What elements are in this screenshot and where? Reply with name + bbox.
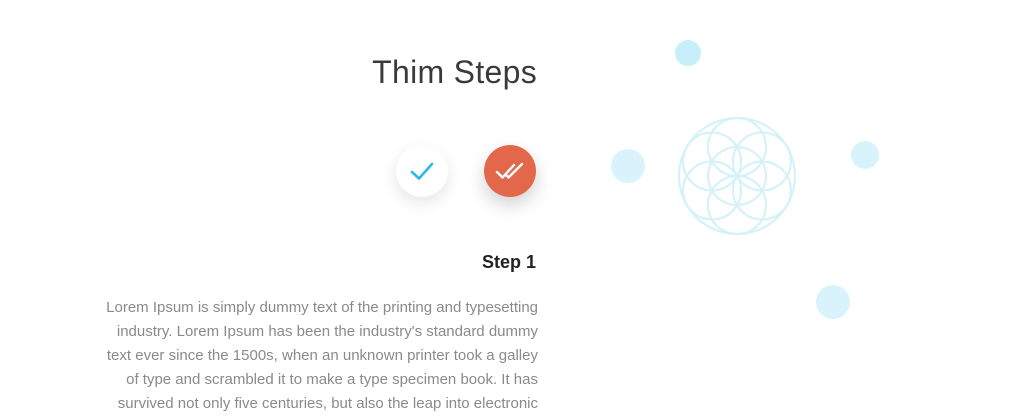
steps-section: Thim Steps Step 1 Lorem Ipsum is simply …	[0, 0, 1024, 419]
deco-dot	[675, 40, 701, 66]
deco-dot	[851, 141, 879, 169]
step-description-line: text ever since the 1500s, when an unkno…	[106, 347, 538, 364]
step-description-line: survived not only five centuries, but al…	[117, 395, 538, 412]
deco-dot	[611, 149, 645, 183]
step-2-button[interactable]	[484, 145, 536, 197]
section-title: Thim Steps	[372, 54, 537, 90]
step-description-line: industry. Lorem Ipsum has been the indus…	[116, 323, 538, 340]
step-description-line: of type and scrambled it to make a type …	[126, 371, 538, 388]
step-description-line: Lorem Ipsum is simply dummy text of the …	[106, 299, 538, 316]
step-description: Lorem Ipsum is simply dummy text of the …	[58, 296, 538, 416]
double-check-icon	[495, 162, 524, 179]
flower-of-life-icon	[678, 117, 796, 235]
step-1-button[interactable]	[396, 145, 448, 197]
step-heading: Step 1	[481, 252, 536, 272]
deco-dot	[816, 285, 850, 319]
check-icon	[410, 162, 434, 180]
